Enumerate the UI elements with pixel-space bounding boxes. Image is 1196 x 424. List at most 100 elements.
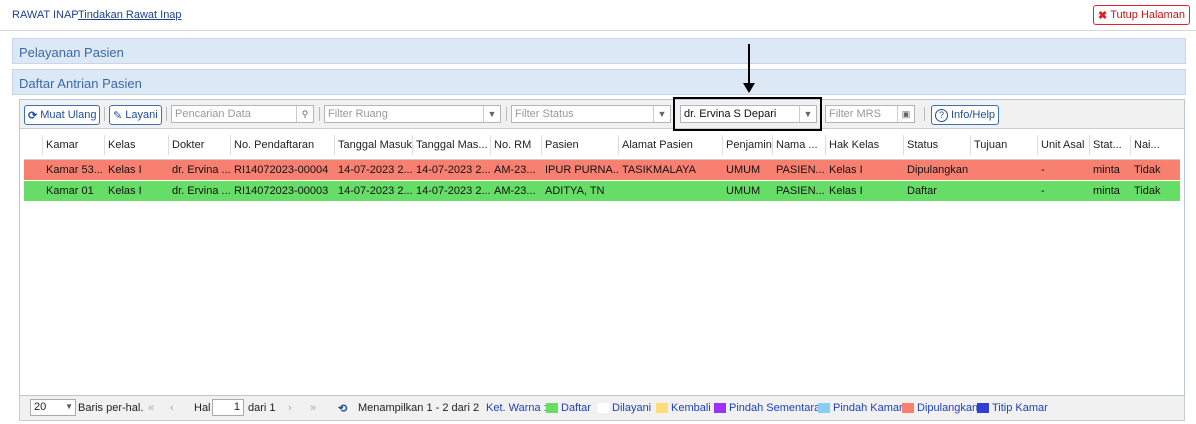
legend-swatch — [818, 403, 830, 413]
column-header[interactable]: No. Pendaftaran — [234, 139, 334, 151]
legend-item: Dipulangkan — [902, 402, 978, 414]
page-label: Hal — [194, 402, 211, 414]
room-filter-select[interactable]: Filter Ruang ▼ — [324, 105, 501, 123]
grid-toolbar: ⟳ Muat Ulang ✎ Layani Pencarian Data ⚲ F… — [20, 97, 1184, 131]
column-separator — [230, 135, 231, 155]
column-header[interactable]: Stat... — [1093, 139, 1131, 151]
column-header[interactable]: Alamat Pasien — [622, 139, 722, 151]
reload-icon[interactable]: ⟲ — [338, 402, 347, 415]
legend-label: Kembali — [671, 402, 711, 414]
reload-button[interactable]: ⟳ Muat Ulang — [24, 105, 101, 125]
legend-swatch — [656, 403, 668, 413]
legend-label: Dilayani — [612, 402, 652, 414]
column-header[interactable]: Nai... — [1134, 139, 1178, 151]
queue-panel-header[interactable]: Daftar Antrian Pasien — [12, 69, 1186, 95]
table-cell: AM-23... — [494, 185, 536, 197]
service-panel-header[interactable]: Pelayanan Pasien — [12, 38, 1186, 64]
legend-item: Pindah Sementara — [714, 402, 820, 414]
table-row[interactable]: Kamar 53... Kelas I dr. Ervina ... RI140720… — [24, 160, 1180, 180]
column-separator — [42, 135, 43, 155]
table-cell: dr. Ervina ... — [172, 164, 231, 176]
close-page-button[interactable]: ✖ Tutup Halaman — [1092, 5, 1190, 25]
annotation-arrow — [748, 44, 750, 86]
column-header[interactable]: Hak Kelas — [829, 139, 903, 151]
column-separator — [618, 135, 619, 155]
patient-queue-grid: ⟳ Muat Ulang ✎ Layani Pencarian Data ⚲ F… — [19, 97, 1185, 396]
legend-swatch — [597, 403, 609, 413]
table-cell: 14-07-2023 2... — [416, 185, 491, 197]
column-separator — [1130, 135, 1131, 155]
table-cell: Kelas I — [829, 164, 863, 176]
table-cell: PASIEN... — [776, 185, 825, 197]
table-cell: - — [1041, 185, 1045, 197]
table-cell: RI14072023-00004 — [234, 164, 329, 176]
column-header[interactable]: Status — [907, 139, 971, 151]
column-header[interactable]: Pasien — [545, 139, 619, 151]
last-page-icon[interactable]: » — [310, 402, 316, 414]
info-help-button[interactable]: ? Info/Help — [931, 105, 1000, 125]
search-icon[interactable]: ⚲ — [296, 106, 313, 122]
toolbar-separator — [506, 107, 507, 121]
dropdown-icon[interactable]: ▼ — [483, 106, 500, 122]
legend-label: Pindah Kamar — [833, 402, 903, 414]
column-header[interactable]: Tanggal Mas... — [416, 139, 492, 151]
status-filter-label: Filter Status — [515, 108, 574, 120]
top-bar: RAWAT INAP Tindakan Rawat Inap ✖ Tutup H… — [0, 0, 1196, 31]
column-header[interactable]: Tanggal Masuk — [338, 139, 414, 151]
legend-swatch — [714, 403, 726, 413]
prev-page-icon[interactable]: ‹ — [170, 402, 174, 414]
help-icon: ? — [935, 108, 948, 122]
status-filter-select[interactable]: Filter Status ▼ — [511, 105, 671, 123]
page-value: 1 — [233, 401, 240, 413]
table-row[interactable]: Kamar 01 Kelas I dr. Ervina ... RI14072023-… — [24, 181, 1180, 201]
table-cell: AM-23... — [494, 164, 536, 176]
table-cell: Tidak — [1134, 164, 1161, 176]
table-cell: Kamar 53... — [46, 164, 103, 176]
breadcrumb-module[interactable]: RAWAT INAP — [12, 9, 79, 21]
column-header[interactable]: Unit Asal — [1041, 139, 1091, 151]
column-header[interactable]: Dokter — [172, 139, 232, 151]
column-header[interactable]: Kamar — [46, 139, 106, 151]
column-header[interactable]: No. RM — [494, 139, 542, 151]
column-separator — [722, 135, 723, 155]
column-header[interactable]: Tujuan — [974, 139, 1038, 151]
mrs-filter-input[interactable]: Filter MRS ▣ — [825, 105, 915, 123]
page-input[interactable]: 1 — [212, 399, 244, 416]
toolbar-separator — [104, 107, 105, 121]
column-header[interactable]: Penjamin — [726, 139, 774, 151]
legend-label: Pindah Sementara — [729, 402, 821, 414]
reload-label: Muat Ulang — [40, 109, 97, 121]
first-page-icon[interactable]: « — [148, 402, 154, 414]
table-cell: 14-07-2023 2... — [338, 164, 413, 176]
dropdown-icon[interactable]: ▼ — [653, 106, 670, 122]
page-of-label: dari 1 — [248, 402, 276, 414]
next-page-icon[interactable]: › — [288, 402, 292, 414]
dropdown-icon[interactable]: ▼ — [65, 402, 73, 411]
column-separator — [490, 135, 491, 155]
table-cell: Daftar — [907, 185, 937, 197]
column-separator — [168, 135, 169, 155]
column-header[interactable]: Nama ... — [776, 139, 826, 151]
table-cell: 14-07-2023 2... — [416, 164, 491, 176]
breadcrumb-page[interactable]: Tindakan Rawat Inap — [78, 9, 182, 21]
search-input[interactable]: Pencarian Data ⚲ — [171, 105, 314, 123]
table-cell: Kamar 01 — [46, 185, 94, 197]
column-separator — [541, 135, 542, 155]
serve-button[interactable]: ✎ Layani — [109, 105, 162, 125]
legend-swatch — [546, 403, 558, 413]
display-count-text: Menampilkan 1 - 2 dari 2 — [358, 402, 480, 414]
table-cell: Kelas I — [108, 164, 142, 176]
legend-item: Pindah Kamar — [818, 402, 903, 414]
close-icon: ✖ — [1097, 9, 1108, 22]
table-cell: UMUM — [726, 185, 761, 197]
column-header[interactable]: Kelas — [108, 139, 168, 151]
room-filter-label: Filter Ruang — [328, 108, 388, 120]
per-page-value: 20 — [34, 401, 47, 413]
per-page-select[interactable]: 20 ▼ — [30, 399, 76, 416]
info-help-label: Info/Help — [951, 109, 996, 121]
per-page-label: Baris per-hal. — [78, 402, 144, 414]
calendar-icon[interactable]: ▣ — [897, 106, 914, 122]
column-separator — [970, 135, 971, 155]
column-separator — [825, 135, 826, 155]
column-separator — [412, 135, 413, 155]
